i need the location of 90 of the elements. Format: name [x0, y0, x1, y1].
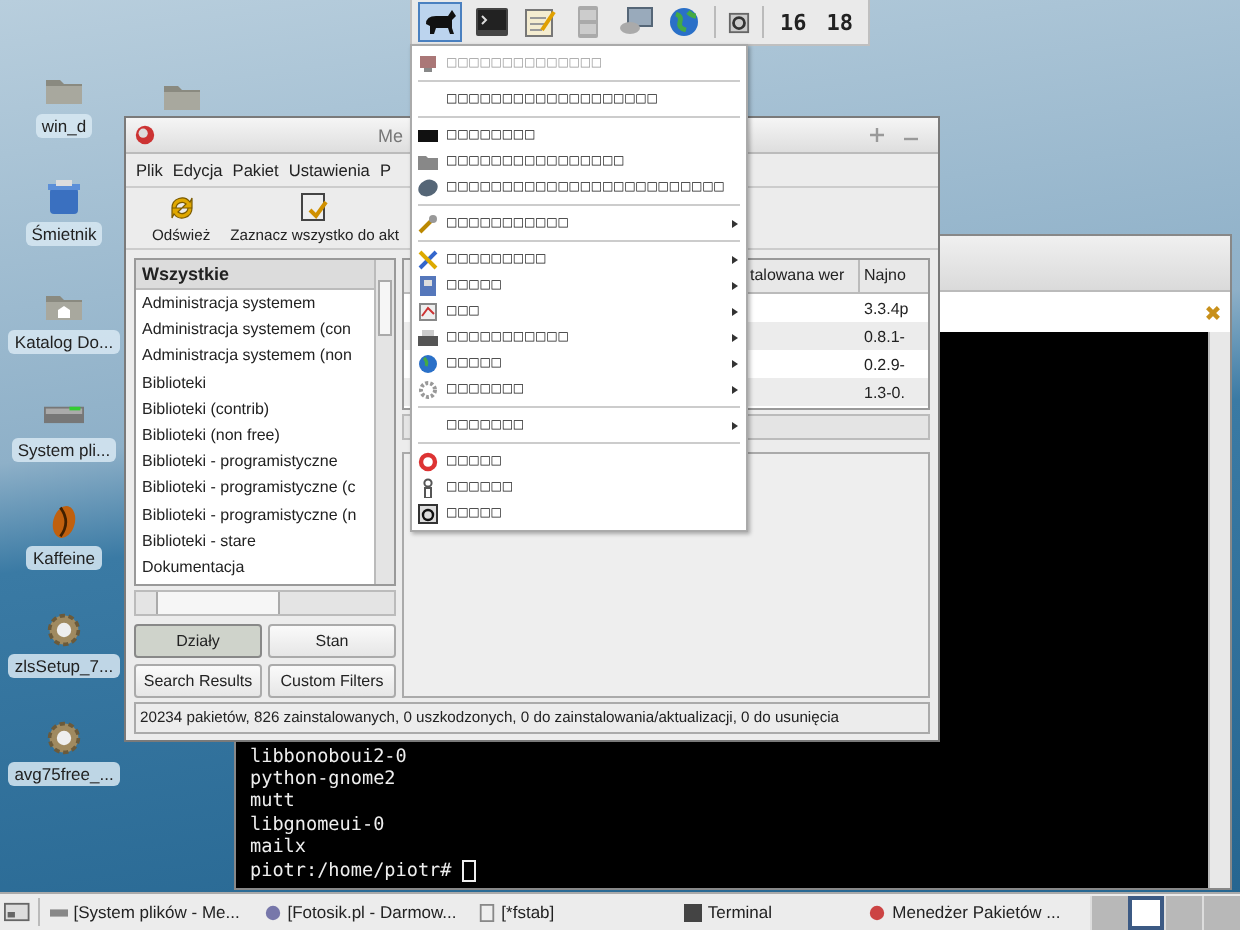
menu-item[interactable]: Edycja: [172, 160, 223, 180]
trash-icon[interactable]: [44, 180, 84, 216]
workspace-button[interactable]: [1128, 895, 1165, 929]
terminal-line: mutt: [250, 790, 297, 814]
menu-item[interactable]: Plik: [136, 160, 163, 180]
show-desktop-icon[interactable]: [4, 902, 30, 922]
table-cell-text: 0.2.9-: [862, 355, 907, 373]
category-item[interactable]: Administracja systemem (non: [136, 342, 374, 370]
folder-icon[interactable]: [162, 80, 202, 112]
network-icon[interactable]: [618, 6, 654, 38]
submenu-arrow-icon: [732, 307, 738, 315]
taskbar-button[interactable]: Terminal: [663, 902, 859, 922]
desktop-icon-label[interactable]: avg75free_...: [8, 762, 120, 786]
category-item[interactable]: Biblioteki: [136, 369, 374, 396]
table-cell-text: 1.3-0.: [862, 383, 907, 401]
terminal-icon: [418, 125, 438, 145]
submenu-arrow-icon: [732, 333, 738, 341]
filter-button[interactable]: Stan: [268, 624, 396, 658]
person-icon: [418, 477, 438, 497]
app-icon: [134, 124, 156, 146]
category-item[interactable]: Biblioteki (non free): [136, 421, 374, 449]
lifebuoy-icon: [418, 451, 438, 471]
category-item[interactable]: Biblioteki - programistyczne (c: [136, 474, 374, 501]
printer-icon: [418, 327, 438, 347]
category-item[interactable]: Administracja systemem (con: [136, 316, 374, 343]
panel-text[interactable]: 16: [780, 9, 807, 35]
filter-button[interactable]: Search Results: [134, 664, 262, 698]
submenu-arrow-icon: [732, 385, 738, 393]
menu-item[interactable]: Ustawienia: [288, 160, 370, 180]
app-icon: [477, 903, 496, 921]
desktop-icon-label[interactable]: Katalog Do...: [8, 330, 120, 354]
app-icon: [49, 903, 68, 921]
app-icon: [868, 903, 887, 921]
submenu-arrow-icon: [732, 255, 738, 263]
panel-text[interactable]: 18: [826, 9, 853, 35]
taskbar-button[interactable]: [Fotosik.pl - Darmow...: [261, 902, 468, 922]
filter-button[interactable]: Custom Filters: [268, 664, 396, 698]
menu-item[interactable]: P: [379, 160, 391, 180]
power-icon: [418, 503, 438, 523]
checklist-icon: [298, 192, 331, 224]
animal-icon: [422, 6, 458, 38]
category-item[interactable]: Biblioteki - programistyczne: [136, 448, 374, 475]
list-header[interactable]: Wszystkie: [136, 260, 374, 290]
app-icon: [263, 903, 282, 921]
scrollbar[interactable]: [134, 590, 396, 616]
desktop-icon-label[interactable]: win_d: [35, 114, 93, 138]
disc-icon: [418, 177, 438, 197]
taskbar-button[interactable]: [*fstab]: [475, 902, 656, 922]
terminal-icon[interactable]: [474, 6, 510, 38]
tools-icon: [418, 249, 438, 269]
text-editor-icon[interactable]: [522, 6, 558, 38]
taskbar-button[interactable]: Menedżer Pakietów ...: [866, 902, 1083, 922]
taskbar-button[interactable]: [System plików - Me...: [47, 902, 254, 922]
monitor-icon: [418, 53, 438, 73]
desktop-icon-label[interactable]: zlsSetup_7...: [8, 654, 120, 678]
app-icon: [683, 903, 702, 921]
desktop-icon-label[interactable]: Śmietnik: [25, 222, 103, 246]
window-title: Me: [378, 125, 404, 145]
control-panel-icon: [418, 275, 438, 295]
maximize-icon[interactable]: [870, 128, 884, 142]
globe-icon: [418, 353, 438, 373]
text-cursor: [462, 859, 477, 882]
menu-item[interactable]: Pakiet: [232, 160, 279, 180]
close-icon[interactable]: [1204, 303, 1222, 321]
desktop-icon-label[interactable]: System pli...: [11, 438, 117, 462]
globe-icon[interactable]: [666, 6, 702, 38]
refresh-icon: [165, 192, 198, 224]
submenu-arrow-icon: [732, 421, 738, 429]
category-item[interactable]: Biblioteki - stare: [136, 527, 374, 554]
shell-prompt: piotr:/home/piotr#: [250, 859, 454, 882]
terminal-line: python-gnome2: [250, 767, 398, 791]
scrollbar[interactable]: [374, 260, 394, 585]
table-cell-text: 0.8.1-: [862, 327, 907, 345]
category-item[interactable]: Dokumentacja: [136, 553, 374, 581]
category-item[interactable]: Biblioteki - programistyczne (n: [136, 501, 374, 528]
wrench-icon: [418, 213, 438, 233]
column-header[interactable]: Najno: [858, 260, 928, 292]
app-menu-button[interactable]: [418, 2, 462, 42]
submenu-arrow-icon: [732, 359, 738, 367]
category-item[interactable]: Biblioteki (contrib): [136, 395, 374, 422]
desktop-icon-label[interactable]: Kaffeine: [26, 546, 102, 570]
submenu-arrow-icon: [732, 281, 738, 289]
table-cell-text: 3.3.4p: [862, 299, 911, 317]
terminal-line: libbonoboui2-0: [250, 745, 409, 768]
filter-button[interactable]: Działy: [134, 624, 262, 658]
terminal-line: mailx: [250, 836, 308, 860]
submenu-arrow-icon: [732, 219, 738, 227]
category-item[interactable]: Administracja systemem: [136, 290, 374, 317]
chart-icon: [418, 301, 438, 321]
terminal-line: libgnomeui-0: [250, 813, 387, 837]
